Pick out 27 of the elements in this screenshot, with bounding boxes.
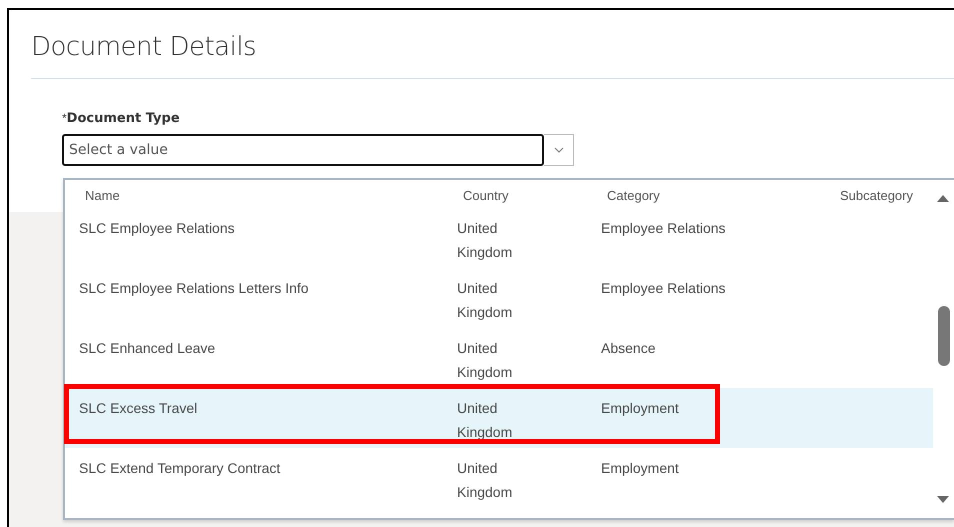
country-cell-text: United Kingdom xyxy=(457,399,514,442)
country-cell-text: United Kingdom xyxy=(457,219,514,262)
column-header: Country xyxy=(463,188,510,205)
page-title: Document Details xyxy=(31,32,258,62)
name-cell-text: SLC Employee Relations Letters Info xyxy=(79,279,310,298)
scroll-down-icon[interactable] xyxy=(937,496,949,504)
select-field[interactable]: Select a value xyxy=(62,134,544,166)
name-cell-text: SLC Excess Travel xyxy=(79,399,198,418)
field-label: Document Type xyxy=(66,111,180,126)
column-header: Subcategory xyxy=(840,188,914,205)
name-cell-text: SLC Extend Temporary Contract xyxy=(79,459,282,478)
name-cell-text: SLC Employee Relations xyxy=(79,219,236,238)
category-cell-text: Absence xyxy=(601,339,656,358)
country-cell-text: United Kingdom xyxy=(457,279,514,322)
column-header: Category xyxy=(607,188,661,205)
category-cell-text: Employment xyxy=(601,399,680,418)
category-cell-text: Employment xyxy=(601,459,680,478)
scroll-up-icon[interactable] xyxy=(937,194,949,202)
country-cell-text: United Kingdom xyxy=(457,339,514,382)
category-cell-text: Employee Relations xyxy=(601,279,727,298)
name-cell-text: SLC Enhanced Leave xyxy=(79,339,216,358)
column-header: Name xyxy=(85,188,121,205)
country-cell-text: United Kingdom xyxy=(457,459,514,502)
scrollbar-thumb[interactable] xyxy=(938,306,950,366)
category-cell-text: Employee Relations xyxy=(601,219,727,238)
chevron-down-icon xyxy=(554,147,564,153)
required-mark: * xyxy=(62,111,67,125)
